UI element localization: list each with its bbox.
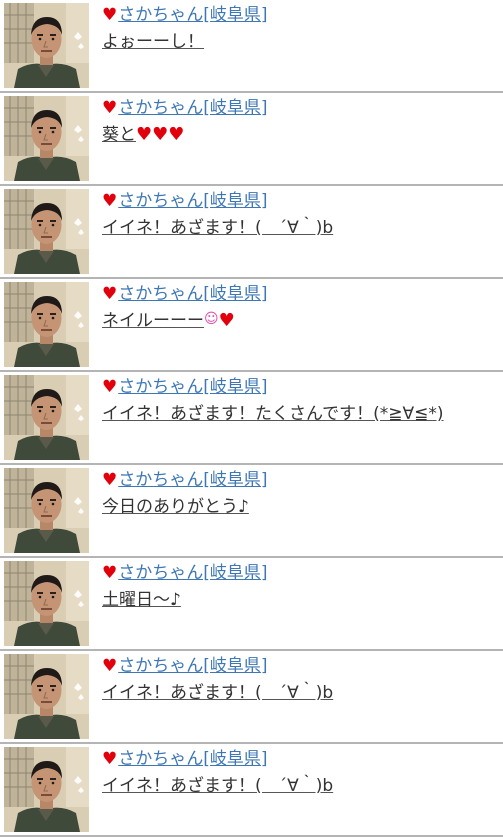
comment-link[interactable]: 今日のありがとう♪ [102, 495, 249, 519]
smile-emoji-icon: ☺ [204, 311, 219, 327]
author-name: さかちゃん[岐阜県] [118, 284, 268, 304]
comment-link[interactable]: イイネ！あざます！( ´∀｀)b [102, 681, 333, 705]
author-link[interactable]: ♥さかちゃん[岐阜県] [102, 375, 268, 399]
comment-text: イイネ！あざます！たくさんです！(*≧∀≦*) [102, 404, 444, 424]
author-link[interactable]: ♥さかちゃん[岐阜県] [102, 561, 268, 585]
comment-text: イイネ！あざます！( ´∀｀)b [102, 218, 334, 238]
feed-item[interactable]: ♥さかちゃん[岐阜県] イイネ！あざます！( ´∀｀)b [0, 744, 503, 837]
heart-emoji-icon: ♥ [136, 124, 153, 145]
heart-icon: ♥ [102, 98, 118, 118]
author-link[interactable]: ♥さかちゃん[岐阜県] [102, 96, 268, 120]
heart-icon: ♥ [102, 284, 118, 304]
feed-item[interactable]: ♥さかちゃん[岐阜県] ネイルーーー☺♥ [0, 279, 503, 372]
feed-item[interactable]: ♥さかちゃん[岐阜県] イイネ！あざます！( ´∀｀)b [0, 186, 503, 279]
author-name: さかちゃん[岐阜県] [118, 656, 268, 676]
heart-icon: ♥ [102, 656, 118, 676]
comment-link[interactable]: イイネ！あざます！たくさんです！(*≧∀≦*) [102, 402, 444, 426]
heart-icon: ♥ [102, 470, 118, 490]
comment-text: よぉーーし！ [102, 32, 204, 52]
comment-link[interactable]: ネイルーーー☺♥ [102, 309, 235, 333]
user-avatar[interactable] [4, 561, 89, 646]
comment-text: ネイルーーー [102, 311, 204, 331]
feed-item[interactable]: ♥さかちゃん[岐阜県] イイネ！あざます！たくさんです！(*≧∀≦*) [0, 372, 503, 465]
user-avatar[interactable] [4, 747, 89, 832]
author-link[interactable]: ♥さかちゃん[岐阜県] [102, 189, 268, 213]
feed-item[interactable]: ♥さかちゃん[岐阜県] よぉーーし！ [0, 0, 503, 93]
user-avatar[interactable] [4, 282, 89, 367]
heart-icon: ♥ [102, 5, 118, 25]
author-link[interactable]: ♥さかちゃん[岐阜県] [102, 468, 268, 492]
user-avatar[interactable] [4, 96, 89, 181]
heart-icon: ♥ [102, 191, 118, 211]
author-name: さかちゃん[岐阜県] [118, 563, 268, 583]
comment-link[interactable]: 葵と♥♥♥ [102, 123, 184, 147]
feed-item[interactable]: ♥さかちゃん[岐阜県] 今日のありがとう♪ [0, 465, 503, 558]
comment-text: 今日のありがとう♪ [102, 497, 249, 517]
user-avatar[interactable] [4, 654, 89, 739]
author-name: さかちゃん[岐阜県] [118, 98, 268, 118]
comment-feed: ♥さかちゃん[岐阜県] よぉーーし！ ♥さかちゃん[岐阜県] 葵と♥♥♥ ♥さかちゃん[… [0, 0, 503, 840]
heart-icon: ♥ [102, 563, 118, 583]
author-name: さかちゃん[岐阜県] [118, 5, 268, 25]
user-avatar[interactable] [4, 189, 89, 274]
user-avatar[interactable] [4, 375, 89, 460]
user-avatar[interactable] [4, 3, 89, 88]
author-link[interactable]: ♥さかちゃん[岐阜県] [102, 3, 268, 27]
author-link[interactable]: ♥さかちゃん[岐阜県] [102, 654, 268, 678]
row-divider [0, 835, 503, 837]
comment-text: イイネ！あざます！( ´∀｀)b [102, 683, 334, 703]
heart-emoji-icon: ♥ [168, 124, 185, 145]
feed-item[interactable]: ♥さかちゃん[岐阜県] 葵と♥♥♥ [0, 93, 503, 186]
comment-text: 土曜日～♪ [102, 590, 181, 610]
user-avatar[interactable] [4, 468, 89, 553]
comment-link[interactable]: 土曜日～♪ [102, 588, 181, 612]
heart-icon: ♥ [102, 377, 118, 397]
author-link[interactable]: ♥さかちゃん[岐阜県] [102, 282, 268, 306]
comment-text: イイネ！あざます！( ´∀｀)b [102, 776, 334, 796]
feed-item[interactable]: ♥さかちゃん[岐阜県] イイネ！あざます！( ´∀｀)b [0, 651, 503, 744]
feed-item[interactable]: ♥さかちゃん[岐阜県] 土曜日～♪ [0, 558, 503, 651]
heart-emoji-icon: ♥ [152, 124, 169, 145]
author-name: さかちゃん[岐阜県] [118, 377, 268, 397]
comment-link[interactable]: イイネ！あざます！( ´∀｀)b [102, 216, 333, 240]
author-link[interactable]: ♥さかちゃん[岐阜県] [102, 747, 268, 771]
author-name: さかちゃん[岐阜県] [118, 749, 268, 769]
comment-link[interactable]: イイネ！あざます！( ´∀｀)b [102, 774, 333, 798]
heart-icon: ♥ [102, 749, 118, 769]
comment-link[interactable]: よぉーーし！ [102, 30, 204, 54]
comment-text: 葵と [102, 125, 136, 145]
heart-emoji-icon: ♥ [218, 310, 235, 331]
author-name: さかちゃん[岐阜県] [118, 191, 268, 211]
author-name: さかちゃん[岐阜県] [118, 470, 268, 490]
